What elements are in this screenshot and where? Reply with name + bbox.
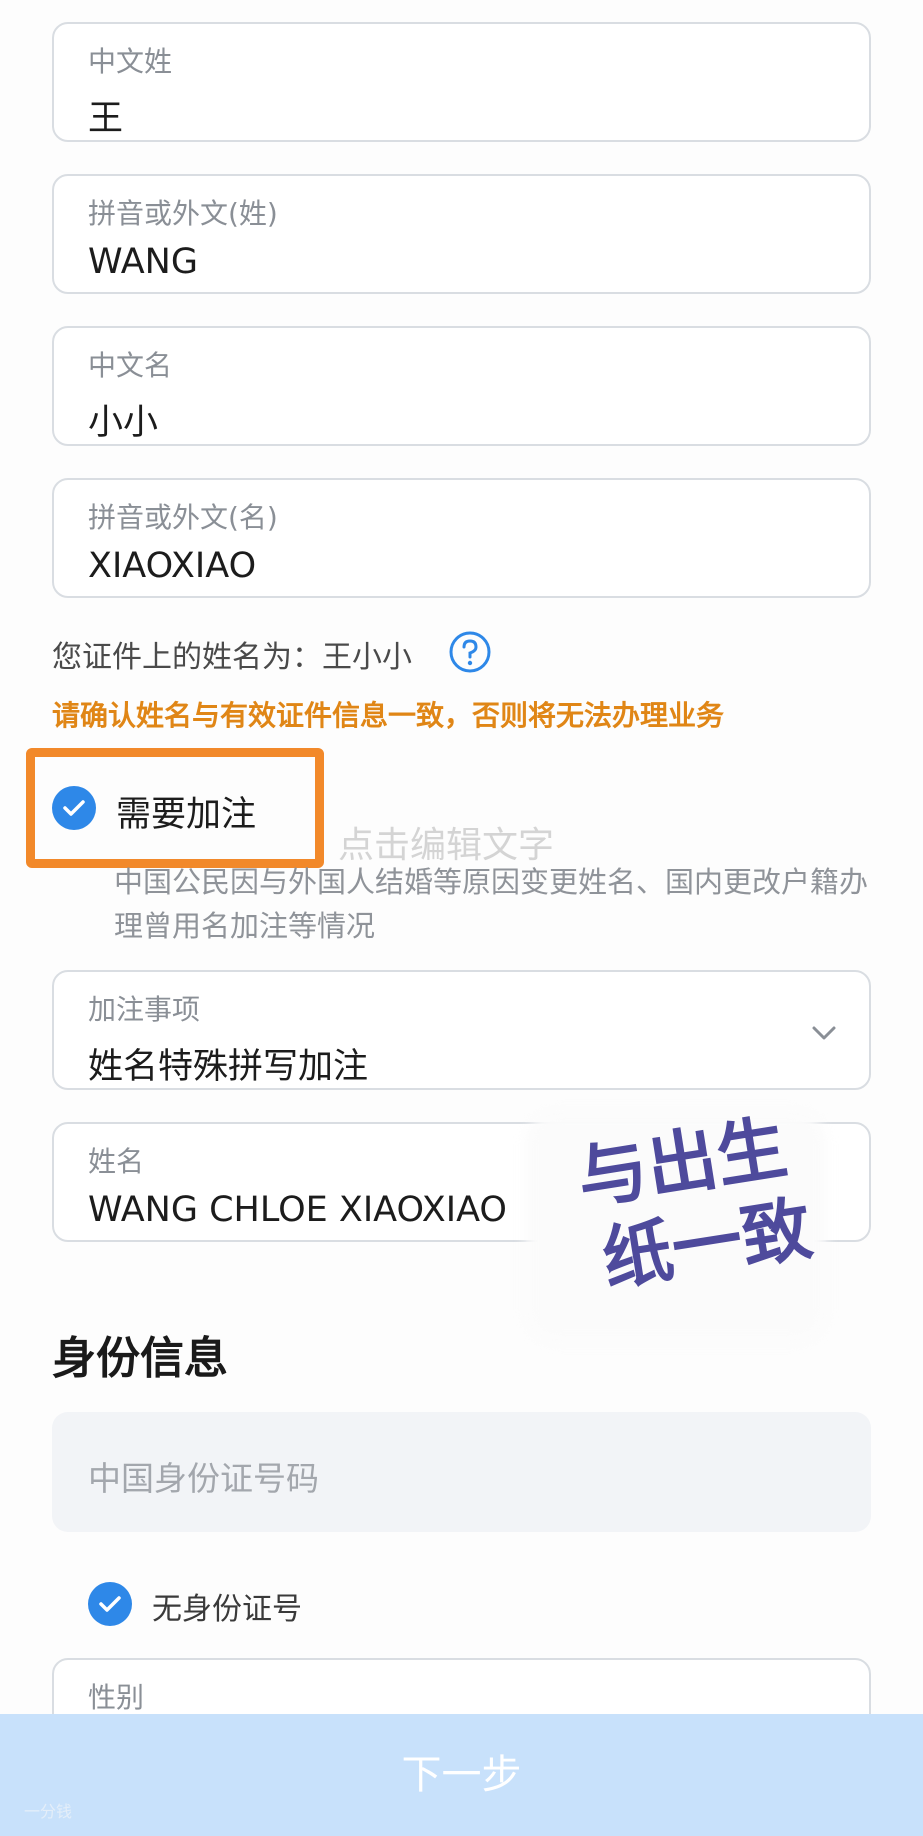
need-annotation-label[interactable]: 需要加注 [116,786,256,837]
pinyin-given-name-field[interactable]: 拼音或外文(名) XIAOXIAO [52,478,871,598]
field-label: 中文名 [88,349,173,382]
field-value: 小小 [88,403,159,443]
help-icon[interactable] [448,630,492,674]
warning-text: 请确认姓名与有效证件信息一致，否则将无法办理业务 [52,699,725,732]
bottom-bar: 下一步 [0,1714,923,1836]
field-label: 加注事项 [88,993,201,1026]
field-label: 拼音或外文(名) [88,501,278,534]
no-id-label[interactable]: 无身份证号 [152,1584,302,1628]
field-label: 中文姓 [88,45,173,78]
check-icon [99,1596,121,1612]
field-value: XIAOXIAO [88,546,257,586]
check-icon [63,800,85,816]
need-annotation-description: 中国公民因与外国人结婚等原因变更姓名、国内更改户籍办理曾用名加注等情况 [114,865,869,943]
name-hint: 您证件上的姓名为：王小小 [52,640,412,675]
id-number-placeholder: 中国身份证号码 [88,1459,319,1498]
field-value: 姓名特殊拼写加注 [88,1047,369,1087]
chinese-given-name-field[interactable]: 中文名 小小 [52,326,871,446]
next-step-button[interactable]: 下一步 [0,1714,923,1836]
watermark: 一分钱 [24,1802,73,1821]
field-label: 拼音或外文(姓) [88,197,278,230]
no-id-checkbox[interactable] [88,1582,132,1626]
chinese-surname-field[interactable]: 中文姓 王 [52,22,871,142]
pinyin-surname-field[interactable]: 拼音或外文(姓) WANG [52,174,871,294]
field-value: 王 [88,99,124,139]
field-value: WANG [88,242,198,282]
field-label: 性别 [88,1681,145,1714]
section-title: 身份信息 [52,1333,228,1384]
field-value: WANG CHLOE XIAOXIAO [88,1190,507,1230]
chevron-down-icon [812,1026,836,1040]
need-annotation-checkbox[interactable] [52,786,96,830]
field-label: 姓名 [88,1145,145,1178]
annotation-item-select[interactable]: 加注事项 姓名特殊拼写加注 [52,970,871,1090]
id-number-input[interactable]: 中国身份证号码 [52,1412,871,1532]
